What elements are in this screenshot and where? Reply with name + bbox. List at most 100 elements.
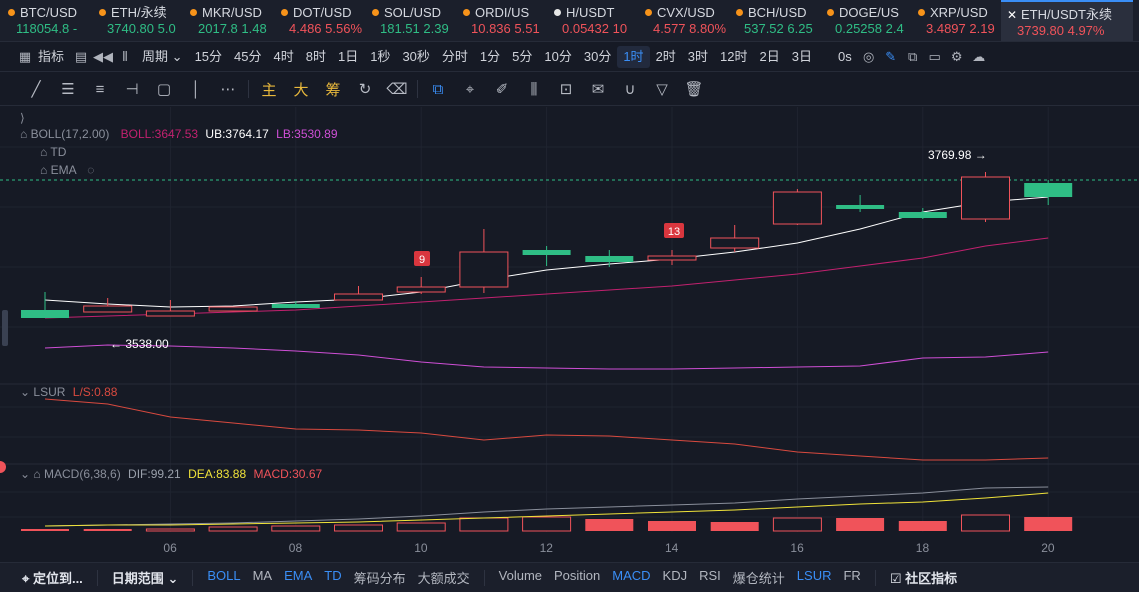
community-label: 社区指标: [905, 571, 958, 586]
fib-icon[interactable]: ☰: [52, 80, 84, 98]
chip-tool[interactable]: 筹: [317, 79, 349, 100]
cloud-icon[interactable]: ☁: [968, 49, 990, 65]
interval-button[interactable]: 4时: [268, 46, 300, 68]
ticker-tab[interactable]: DOGE/US 0.25258 2.4: [819, 0, 910, 41]
interval-button[interactable]: 3时: [682, 46, 714, 68]
lsur-label: LSUR: [33, 385, 66, 399]
coin-icon: [99, 9, 106, 16]
copy-icon[interactable]: ⧉: [422, 81, 454, 98]
trash-icon[interactable]: 🗑: [678, 80, 710, 98]
lock-icon[interactable]: ⊡: [550, 80, 582, 98]
interval-button[interactable]: 30分: [578, 46, 617, 68]
trendline-icon[interactable]: ╱: [20, 80, 52, 98]
ticker-tab[interactable]: ORDI/US 10.836 5.51: [455, 0, 546, 41]
indicator-toggle[interactable]: 大额成交: [412, 568, 476, 587]
refresh-icon[interactable]: ↻: [349, 80, 381, 98]
chart-canvas[interactable]: 9 13: [0, 107, 1139, 562]
ruler-icon[interactable]: ⌖: [454, 81, 486, 98]
ticker-tab[interactable]: XRP/USD 3.4897 2.19: [910, 0, 1001, 41]
indicator-toggle[interactable]: Position: [548, 568, 606, 587]
ticker-price: 0.05432 10: [562, 21, 628, 36]
eraser-icon[interactable]: ⌫: [381, 80, 413, 98]
ticker-tab[interactable]: MKR/USD 2017.8 1.48: [182, 0, 273, 41]
interval-button[interactable]: 15分: [189, 46, 228, 68]
indicator-toggle[interactable]: BOLL: [201, 568, 246, 587]
ticker-tab[interactable]: ETH/永续 3740.80 5.0: [91, 0, 182, 41]
interval-button[interactable]: 8时: [300, 46, 332, 68]
interval-button[interactable]: 1秒: [364, 46, 396, 68]
ticker-tab[interactable]: CVX/USD 4.577 8.80%: [637, 0, 728, 41]
indicator-button[interactable]: 指标: [36, 46, 70, 68]
chevron-down-icon[interactable]: ⌄: [20, 467, 30, 481]
bar-type-icon[interactable]: ⫴: [114, 49, 136, 65]
interval-button[interactable]: 1分: [474, 46, 506, 68]
interval-button[interactable]: 1日: [332, 46, 364, 68]
bell-icon[interactable]: ⌂: [40, 145, 47, 159]
brush-icon[interactable]: ✐: [486, 80, 518, 98]
close-icon[interactable]: ✕: [1007, 8, 1017, 22]
period-dropdown[interactable]: 周期 ⌄: [136, 46, 189, 68]
ticker-tab-active[interactable]: ✕ ETH/USDT永续 3739.80 4.97%: [1001, 0, 1133, 41]
divider: [874, 569, 876, 586]
rewind-icon[interactable]: ◀◀: [92, 49, 114, 65]
indicator-toggle[interactable]: EMA: [278, 568, 318, 587]
ticker-price: 0.25258 2.4: [835, 21, 904, 36]
indicator-toggle[interactable]: MACD: [606, 568, 656, 587]
community-indicators-button[interactable]: ☑ 社区指标: [884, 568, 963, 587]
camera-icon[interactable]: ◎: [858, 49, 880, 65]
bell-icon[interactable]: ⌂: [20, 127, 27, 141]
indicator-toggle[interactable]: FR: [837, 568, 866, 587]
ticker-name: ETH/永续: [111, 5, 167, 20]
interval-button[interactable]: 3日: [786, 46, 818, 68]
interval-button[interactable]: 2时: [650, 46, 682, 68]
timer-label[interactable]: 0s: [832, 46, 858, 68]
ticker-tab[interactable]: SOL/USD 181.51 2.39: [364, 0, 455, 41]
locate-button[interactable]: ⌖ 定位到...: [16, 568, 89, 587]
note-icon[interactable]: ✉: [582, 80, 614, 98]
indicator-toggle[interactable]: 筹码分布: [348, 568, 412, 587]
indicator-toggle[interactable]: LSUR: [791, 568, 838, 587]
pane-resize-handle[interactable]: [2, 310, 8, 346]
date-range-dropdown[interactable]: 日期范围 ⌄: [106, 568, 185, 587]
interval-button[interactable]: 45分: [228, 46, 267, 68]
ticker-tab[interactable]: BCH/USD 537.52 6.25: [728, 0, 819, 41]
interval-button[interactable]: 分时: [436, 46, 474, 68]
interval-button[interactable]: 5分: [506, 46, 538, 68]
horizontal-line-icon[interactable]: ⊣: [116, 80, 148, 98]
indicator-toggle[interactable]: Volume: [493, 568, 548, 587]
calendar-icon[interactable]: ▤: [70, 49, 92, 65]
layout-icon[interactable]: ▭: [924, 49, 946, 65]
ticker-tab[interactable]: BTC/USD 118054.8 -: [0, 0, 91, 41]
chevron-down-icon[interactable]: ⌄: [20, 385, 30, 399]
magnet-icon[interactable]: ∪: [614, 80, 646, 98]
filter-icon[interactable]: ▽: [646, 80, 678, 98]
parallel-icon[interactable]: ≡: [84, 81, 116, 98]
indicator-icon[interactable]: ▦: [14, 49, 36, 65]
bell-icon[interactable]: ⌂: [40, 163, 47, 177]
interval-button[interactable]: 2日: [754, 46, 786, 68]
indicator-toggle[interactable]: 爆仓统计: [727, 568, 791, 587]
indicator-toggle[interactable]: TD: [318, 568, 347, 587]
interval-button[interactable]: 10分: [538, 46, 577, 68]
indicator-toggle[interactable]: MA: [247, 568, 279, 587]
rectangle-icon[interactable]: ▢: [148, 80, 180, 98]
main-tool[interactable]: 主: [253, 79, 285, 100]
collapse-icon[interactable]: ⟩: [20, 111, 25, 125]
settings-icon[interactable]: ⚙: [946, 49, 968, 65]
interval-button[interactable]: 30秒: [396, 46, 435, 68]
big-tool[interactable]: 大: [285, 79, 317, 100]
interval-button[interactable]: 12时: [714, 46, 753, 68]
indicator-toggle[interactable]: KDJ: [657, 568, 694, 587]
fullscreen-icon[interactable]: ⧉: [902, 49, 924, 65]
chart-area[interactable]: 9 13 ⟩ ⌂ BOLL(17,2.00) BOLL:3647.53 UB:3…: [0, 107, 1139, 562]
more-icon[interactable]: ⋯: [212, 80, 244, 98]
ticker-tab[interactable]: DOT/USD 4.486 5.56%: [273, 0, 364, 41]
bell-icon[interactable]: ⌂: [33, 467, 40, 481]
indicator-toggle[interactable]: RSI: [693, 568, 727, 587]
vertical-line-icon[interactable]: │: [180, 81, 212, 98]
eye-off-icon[interactable]: ◌: [87, 163, 94, 177]
pen-icon[interactable]: ✎: [880, 49, 902, 65]
candle-icon[interactable]: ⫼: [518, 81, 550, 98]
ticker-tab[interactable]: H/USDT 0.05432 10: [546, 0, 637, 41]
interval-button[interactable]: 1时: [617, 46, 650, 68]
